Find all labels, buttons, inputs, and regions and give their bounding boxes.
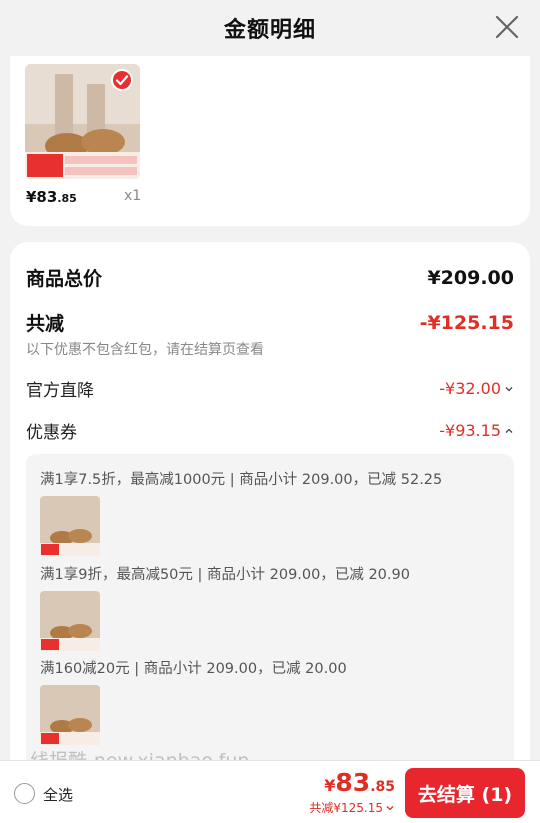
coupon-value: -¥93.15 bbox=[439, 421, 501, 440]
chevron-up-icon[interactable] bbox=[504, 426, 514, 436]
discount-note: 以下优惠不包含红包，请在结算页查看 bbox=[26, 342, 264, 358]
official-value: -¥32.00 bbox=[439, 379, 501, 398]
bottom-bar: 全选 ¥83.85 共减¥125.15 去结算 (1) bbox=[0, 760, 540, 823]
total-saved[interactable]: 共减¥125.15 bbox=[309, 799, 395, 816]
coupon-product-image bbox=[40, 496, 100, 556]
close-icon[interactable] bbox=[494, 14, 520, 40]
reduce-row: 共减 -¥125.15 bbox=[26, 309, 514, 336]
page-title: 金额明细 bbox=[223, 18, 316, 43]
official-label: 官方直降 bbox=[26, 381, 94, 401]
coupon-line: 满160减20元 | 商品小计 209.00，已减 20.00 bbox=[40, 661, 347, 677]
amount-detail-card: 商品总价 ¥209.00 共减 -¥125.15 以下优惠不包含红包，请在结算页… bbox=[10, 242, 530, 784]
coupon-label: 优惠券 bbox=[26, 423, 77, 443]
total-value: ¥209.00 bbox=[427, 266, 514, 289]
official-discount-row[interactable]: 官方直降 -¥32.00 bbox=[26, 376, 514, 401]
coupon-details: 满1享7.5折，最高减1000元 | 商品小计 209.00，已减 52.25 … bbox=[26, 454, 514, 784]
total-label: 商品总价 bbox=[26, 268, 103, 290]
chevron-down-icon[interactable] bbox=[504, 384, 514, 394]
header: 金额明细 bbox=[0, 0, 540, 56]
coupon-product-image bbox=[40, 591, 100, 651]
item-quantity: x1 bbox=[124, 188, 142, 204]
reduce-value: -¥125.15 bbox=[419, 311, 514, 334]
coupon-line: 满1享9折，最高减50元 | 商品小计 209.00，已减 20.90 bbox=[40, 567, 410, 583]
product-card: ¥83.85 x1 bbox=[10, 56, 530, 226]
coupon-row[interactable]: 优惠券 -¥93.15 bbox=[26, 418, 514, 443]
checkout-button[interactable]: 去结算 (1) bbox=[405, 768, 525, 818]
select-all-radio-icon[interactable] bbox=[14, 783, 35, 804]
chevron-down-icon bbox=[386, 805, 394, 810]
coupon-line: 满1享7.5折，最高减1000元 | 商品小计 209.00，已减 52.25 bbox=[40, 472, 443, 488]
item-price: ¥83.85 bbox=[26, 188, 77, 206]
select-all-label[interactable]: 全选 bbox=[43, 784, 73, 805]
coupon-product-image bbox=[40, 685, 100, 745]
total-row: 商品总价 ¥209.00 bbox=[26, 264, 514, 291]
total-price: ¥83.85 bbox=[324, 768, 395, 797]
check-icon[interactable] bbox=[111, 69, 133, 91]
reduce-label: 共减 bbox=[26, 313, 65, 335]
